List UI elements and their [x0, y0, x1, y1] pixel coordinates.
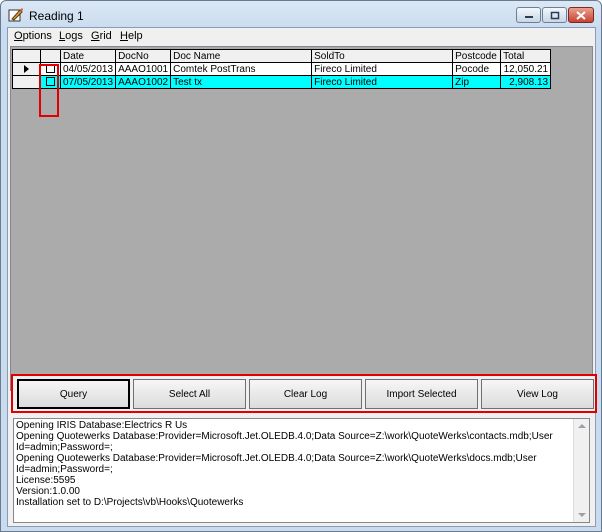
window-title: Reading 1	[29, 9, 84, 23]
data-grid[interactable]: Date DocNo Doc Name SoldTo Postcode Tota…	[10, 46, 593, 391]
menu-options[interactable]: Options	[14, 30, 52, 42]
view-log-button[interactable]: View Log	[481, 379, 594, 409]
cell-total[interactable]: 12,050.21	[500, 62, 552, 76]
scroll-up-icon[interactable]	[578, 424, 586, 428]
row-selector[interactable]	[12, 62, 41, 76]
clear-log-button[interactable]: Clear Log	[249, 379, 362, 409]
minimize-icon	[524, 16, 533, 18]
row-selector-header	[12, 49, 41, 63]
query-button[interactable]: Query	[17, 379, 130, 409]
log-line: Opening Quotewerks Database:Provider=Mic…	[16, 453, 537, 475]
select-all-button[interactable]: Select All	[133, 379, 246, 409]
import-selected-button[interactable]: Import Selected	[365, 379, 478, 409]
menu-grid[interactable]: Grid	[91, 30, 112, 42]
log-line: Id=admin;Password=;	[16, 442, 113, 453]
menu-bar: Options Logs Grid Help	[8, 28, 595, 45]
column-header-postcode[interactable]: Postcode	[452, 49, 502, 63]
checkbox-column-highlight	[39, 64, 59, 117]
cell-date[interactable]: 04/05/2013	[59, 62, 117, 76]
app-window: Reading 1 Options Logs Grid Help Date Do…	[0, 0, 602, 532]
cell-docno[interactable]: AAAO1002	[115, 75, 172, 89]
client-area: Options Logs Grid Help Date DocNo Doc Na…	[7, 27, 597, 527]
log-line: Version:1.0.00	[16, 486, 80, 497]
menu-help[interactable]: Help	[120, 30, 143, 42]
log-line: License:5595	[16, 475, 76, 486]
column-header-docname[interactable]: Doc Name	[170, 49, 313, 63]
log-line: Installation set to D:\Projects\vb\Hooks…	[16, 497, 244, 508]
cell-docno[interactable]: AAAO1001	[115, 62, 172, 76]
app-icon	[8, 7, 24, 23]
log-textbox[interactable]: Opening IRIS Database:Electrics R Us Ope…	[13, 418, 590, 523]
column-header-docno[interactable]: DocNo	[115, 49, 172, 63]
column-header-date[interactable]: Date	[59, 49, 117, 63]
grid-table: Date DocNo Doc Name SoldTo Postcode Tota…	[12, 49, 552, 89]
scroll-down-icon[interactable]	[578, 513, 586, 517]
cell-postcode[interactable]: Zip	[452, 75, 502, 89]
close-icon	[576, 10, 586, 20]
maximize-button[interactable]	[542, 7, 567, 23]
grid-header-row: Date DocNo Doc Name SoldTo Postcode Tota…	[12, 49, 552, 63]
cell-soldto[interactable]: Fireco Limited	[311, 62, 454, 76]
maximize-icon	[550, 11, 559, 19]
log-line: Opening IRIS Database:Electrics R Us	[16, 420, 188, 431]
close-button[interactable]	[568, 7, 594, 23]
cell-total[interactable]: 2,908.13	[500, 75, 552, 89]
column-header-soldto[interactable]: SoldTo	[311, 49, 454, 63]
table-row[interactable]: 07/05/2013 AAAO1002 Test tx Fireco Limit…	[12, 75, 552, 89]
log-scrollbar[interactable]	[573, 419, 589, 522]
table-row[interactable]: 04/05/2013 AAAO1001 Comtek PostTrans Fir…	[12, 62, 552, 76]
cell-postcode[interactable]: Pocode	[452, 62, 502, 76]
cell-date[interactable]: 07/05/2013	[59, 75, 117, 89]
current-row-pointer-icon	[24, 64, 29, 73]
column-header-select[interactable]	[40, 49, 61, 63]
minimize-button[interactable]	[516, 7, 541, 23]
log-lines: Opening IRIS Database:Electrics R Us Ope…	[16, 420, 572, 508]
cell-docname[interactable]: Test tx	[170, 75, 313, 89]
log-line: Opening Quotewerks Database:Provider=Mic…	[16, 431, 553, 442]
column-header-total[interactable]: Total	[500, 49, 552, 63]
cell-soldto[interactable]: Fireco Limited	[311, 75, 454, 89]
row-selector[interactable]	[12, 75, 41, 89]
button-panel-highlight: Query Select All Clear Log Import Select…	[11, 374, 597, 413]
title-bar[interactable]: Reading 1	[1, 1, 601, 27]
cell-docname[interactable]: Comtek PostTrans	[170, 62, 313, 76]
menu-logs[interactable]: Logs	[59, 30, 83, 42]
